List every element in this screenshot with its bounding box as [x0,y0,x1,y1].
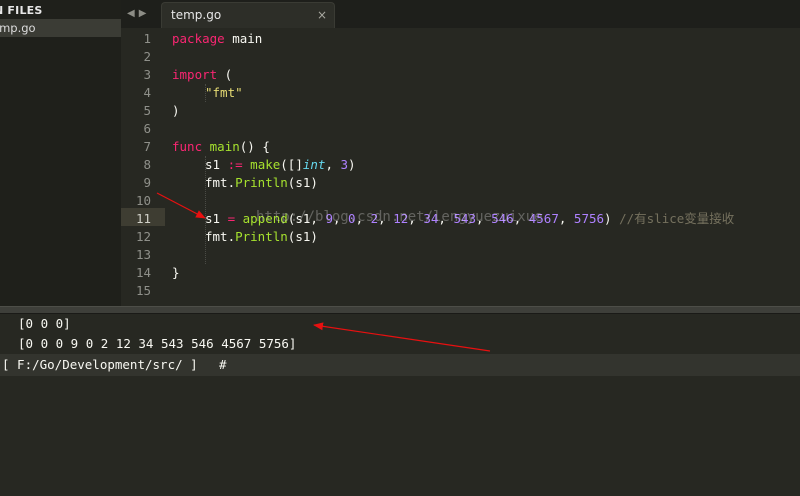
tab-close-icon[interactable]: × [317,3,327,28]
tab-temp-go[interactable]: temp.go × [161,2,335,28]
line-number: 12 [135,229,151,244]
tab-back-arrow-icon[interactable]: ◀ [127,8,139,19]
console-output-line: [0 0 0] [18,316,71,331]
line-number: 7 [143,139,151,154]
console-input-bar[interactable]: [ F:/Go/Development/src/ ] # [0,354,800,376]
sidebar-header: N FILES [0,4,43,17]
tab-bar: ◀▶ temp.go × [121,0,800,29]
tab-nav-arrows: ◀▶ [127,0,150,28]
code-line-3: import ( [172,67,233,82]
line-number: 10 [135,193,151,208]
code-line-5: ) [172,103,180,118]
line-number-gutter: 1 2 3 4 5 6 7 8 9 10 11 12 13 14 15 [121,28,165,306]
line-number: 6 [143,121,151,136]
code-line-4: "fmt" [205,85,243,100]
line-number: 1 [143,31,151,46]
tab-label: temp.go [171,8,222,22]
line-number: 3 [143,67,151,82]
code-line-11: s1 = append(s1, 9, 0, 2, 12, 34, 543, 54… [205,211,735,226]
panel-divider[interactable] [0,306,800,314]
line-number: 13 [135,247,151,262]
code-line-9: fmt.Println(s1) [205,175,318,190]
tab-forward-arrow-icon[interactable]: ▶ [139,8,151,19]
console-prompt-path: [ F:/Go/Development/src/ ] [2,357,198,372]
sidebar: N FILES emp.go [0,0,122,306]
code-line-8: s1 := make([]int, 3) [205,157,356,172]
code-line-1: package main [172,31,263,46]
line-number: 4 [143,85,151,100]
code-line-7: func main() { [172,139,270,154]
code-editor[interactable]: 1 2 3 4 5 6 7 8 9 10 11 12 13 14 15 pack… [121,28,800,306]
console-panel[interactable]: [0 0 0] [0 0 0 9 0 2 12 34 543 546 4567 … [0,314,800,417]
line-number: 5 [143,103,151,118]
line-number: 14 [135,265,151,280]
line-number: 8 [143,157,151,172]
code-area[interactable]: package main import ( "fmt" ) func main(… [172,28,800,306]
code-line-12: fmt.Println(s1) [205,229,318,244]
line-number: 9 [143,175,151,190]
line-number: 15 [135,283,151,298]
line-number-current: 11 [135,211,151,226]
code-line-14: } [172,265,180,280]
console-output-line: [0 0 0 9 0 2 12 34 543 546 4567 5756] [18,336,297,351]
sidebar-item-temp-go[interactable]: emp.go [0,19,121,37]
line-number: 2 [143,49,151,64]
sidebar-item-label: emp.go [0,21,36,35]
console-prompt-symbol: # [219,357,227,372]
